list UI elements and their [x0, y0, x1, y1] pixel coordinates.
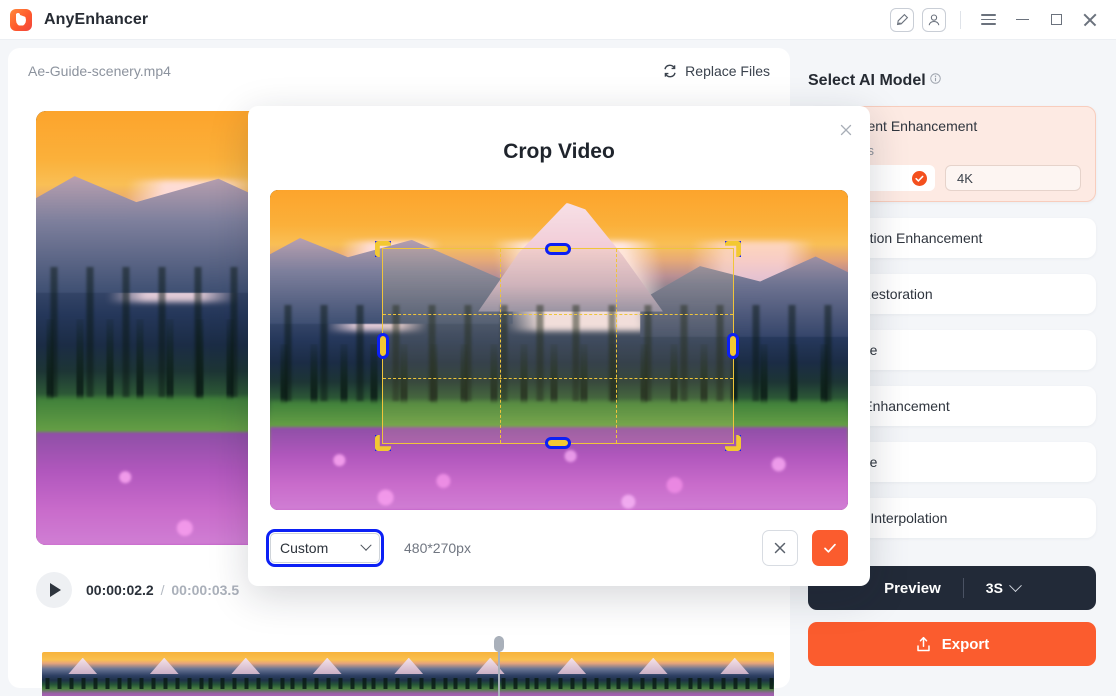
preview-divider — [962, 578, 964, 598]
filmstrip-frame[interactable] — [42, 652, 124, 696]
check-circle-icon — [912, 170, 927, 186]
sidebar-title: Select AI Model — [808, 72, 941, 90]
anyenhancer-logo-icon — [10, 8, 32, 31]
app-title: AnyEnhancer — [44, 10, 149, 28]
aspect-ratio-select[interactable]: Custom — [266, 529, 384, 567]
file-name-label: Ae-Guide-scenery.mp4 — [28, 63, 171, 79]
window-controls — [887, 0, 1116, 40]
crop-cancel-button[interactable] — [762, 530, 798, 566]
timeline[interactable] — [28, 636, 780, 696]
timeline-playhead[interactable] — [494, 636, 504, 696]
filmstrip-frame[interactable] — [286, 652, 368, 696]
preview-duration-value: 3S — [985, 580, 1003, 596]
replace-files-button[interactable]: Replace Files — [662, 63, 770, 79]
time-separator: / — [160, 582, 165, 598]
filmstrip-frame[interactable] — [612, 652, 694, 696]
preview-duration-select[interactable]: 3S — [985, 578, 1022, 596]
minimize-icon[interactable] — [1006, 6, 1038, 34]
modal-footer: Custom 480*270px — [248, 510, 870, 586]
hamburger-menu-icon[interactable] — [972, 6, 1004, 34]
crop-confirm-button[interactable] — [812, 530, 848, 566]
crop-dimensions-label: 480*270px — [404, 540, 471, 556]
crop-handle-bottom-center[interactable] — [545, 437, 571, 449]
toolbar-divider — [960, 10, 961, 29]
resolution-value: 4K — [957, 170, 973, 186]
x-cancel-icon — [774, 542, 786, 554]
title-bar: AnyEnhancer — [0, 0, 1116, 40]
filmstrip-frame[interactable] — [449, 652, 531, 696]
resolution-select[interactable]: 4K — [945, 165, 1081, 191]
crop-handle-bottom-right[interactable] — [725, 435, 741, 451]
crop-selection-box[interactable] — [375, 241, 741, 451]
play-icon[interactable] — [36, 572, 72, 608]
filmstrip-frame[interactable] — [205, 652, 287, 696]
user-account-icon[interactable] — [922, 7, 946, 32]
modal-actions — [762, 530, 848, 566]
export-button[interactable]: Export — [808, 622, 1096, 666]
info-circle-icon[interactable] — [929, 73, 941, 84]
pencil-edit-icon[interactable] — [890, 7, 914, 32]
close-icon[interactable] — [1074, 6, 1106, 34]
check-confirm-icon — [824, 543, 836, 553]
file-header-row: Ae-Guide-scenery.mp4 Replace Files — [8, 48, 790, 94]
crop-handle-bottom-left[interactable] — [375, 435, 391, 451]
refresh-swap-icon — [664, 64, 676, 78]
crop-handle-top-center[interactable] — [545, 243, 571, 255]
aspect-ratio-value: Custom — [280, 540, 329, 556]
crop-handle-top-left[interactable] — [375, 241, 391, 257]
crop-preview-stage[interactable] — [270, 190, 848, 510]
time-display: 00:00:02.2 / 00:00:03.5 — [86, 582, 239, 598]
chevron-down-icon — [360, 539, 372, 551]
crop-video-modal: Crop Video Custom 480*270px — [248, 106, 870, 586]
total-time: 00:00:03.5 — [171, 582, 240, 598]
crop-handle-middle-right[interactable] — [727, 333, 739, 359]
filmstrip-frame[interactable] — [694, 652, 774, 696]
replace-files-label: Replace Files — [685, 63, 770, 79]
crop-handle-middle-left[interactable] — [377, 333, 389, 359]
filmstrip[interactable] — [42, 652, 774, 696]
export-label: Export — [941, 635, 990, 653]
filmstrip-frame[interactable] — [123, 652, 205, 696]
preview-label: Preview — [884, 579, 941, 597]
app-window: AnyEnhancer Ae-Guide-scenery.mp4 Replace… — [0, 0, 1116, 696]
modal-close-icon[interactable] — [836, 120, 856, 140]
crop-handle-top-right[interactable] — [725, 241, 741, 257]
modal-title: Crop Video — [503, 140, 615, 163]
filmstrip-frame[interactable] — [531, 652, 613, 696]
upload-export-icon — [917, 636, 930, 651]
chevron-down-icon — [1009, 578, 1022, 592]
current-time: 00:00:02.2 — [86, 582, 154, 598]
sidebar-title-label: Select AI Model — [808, 72, 926, 89]
filmstrip-frame[interactable] — [368, 652, 450, 696]
maximize-icon[interactable] — [1040, 6, 1072, 34]
